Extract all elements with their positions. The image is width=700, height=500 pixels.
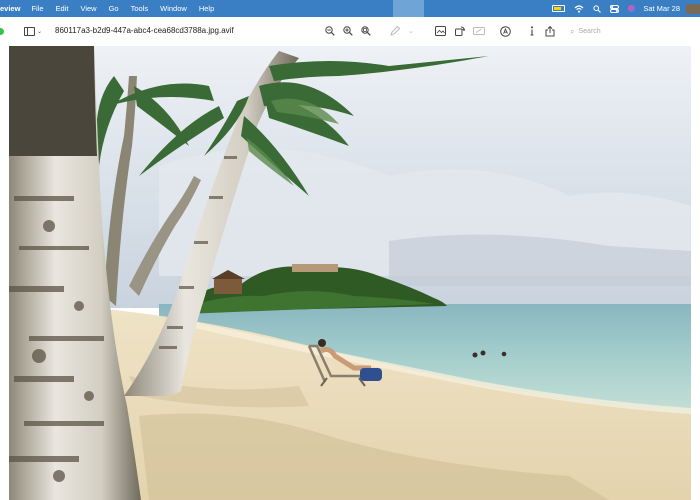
markup-pen-icon[interactable] <box>388 23 402 39</box>
menu-app-name[interactable]: eview <box>0 4 25 13</box>
share-icon[interactable] <box>543 23 557 39</box>
rotate-icon[interactable] <box>453 23 467 39</box>
info-icon[interactable] <box>525 23 539 39</box>
sidebar-toggle-button[interactable]: ⌄ <box>24 25 44 37</box>
battery-icon[interactable] <box>552 5 566 12</box>
adjust-size-icon[interactable] <box>472 23 486 39</box>
search-field[interactable]: ⌕ Search <box>566 24 691 39</box>
chevron-down-icon: ⌄ <box>37 28 43 35</box>
sidebar-icon <box>24 26 35 36</box>
annotate-icon[interactable] <box>498 23 512 39</box>
markup-chevron-icon[interactable]: ⌄ <box>404 23 418 39</box>
search-icon: ⌕ <box>570 26 575 36</box>
wifi-icon[interactable] <box>574 4 584 13</box>
status-area: Sat Mar 28 <box>543 0 700 17</box>
menu-clock[interactable]: Sat Mar 28 <box>643 4 680 13</box>
menu-tools[interactable]: Tools <box>125 4 155 13</box>
image-viewer <box>0 46 700 500</box>
spotlight-icon[interactable] <box>593 4 602 13</box>
menu-help[interactable]: Help <box>193 4 220 13</box>
menu-go[interactable]: Go <box>103 4 125 13</box>
beach-photo[interactable] <box>9 46 691 500</box>
preview-toolbar: ⌄ 860117a3-b2d9-447a-abc4-cea68cd3788a.j… <box>0 17 700 47</box>
zoom-fit-icon[interactable] <box>359 23 373 39</box>
menu-bar: eview File Edit View Go Tools Window Hel… <box>0 0 700 17</box>
window-zoom-button[interactable] <box>0 28 4 35</box>
zoom-out-icon[interactable] <box>323 23 337 39</box>
camera-notch <box>393 0 424 17</box>
document-title: 860117a3-b2d9-447a-abc4-cea68cd3788a.jpg… <box>55 26 234 35</box>
menu-edit[interactable]: Edit <box>50 4 75 13</box>
zoom-in-icon[interactable] <box>341 23 355 39</box>
menu-window[interactable]: Window <box>154 4 193 13</box>
siri-icon[interactable] <box>628 5 636 12</box>
crop-select-icon[interactable] <box>433 23 447 39</box>
menu-view[interactable]: View <box>74 4 102 13</box>
control-center-icon[interactable] <box>610 4 620 13</box>
search-placeholder: Search <box>578 28 601 35</box>
window-thumbnail <box>686 3 700 14</box>
menu-file[interactable]: File <box>25 4 49 13</box>
